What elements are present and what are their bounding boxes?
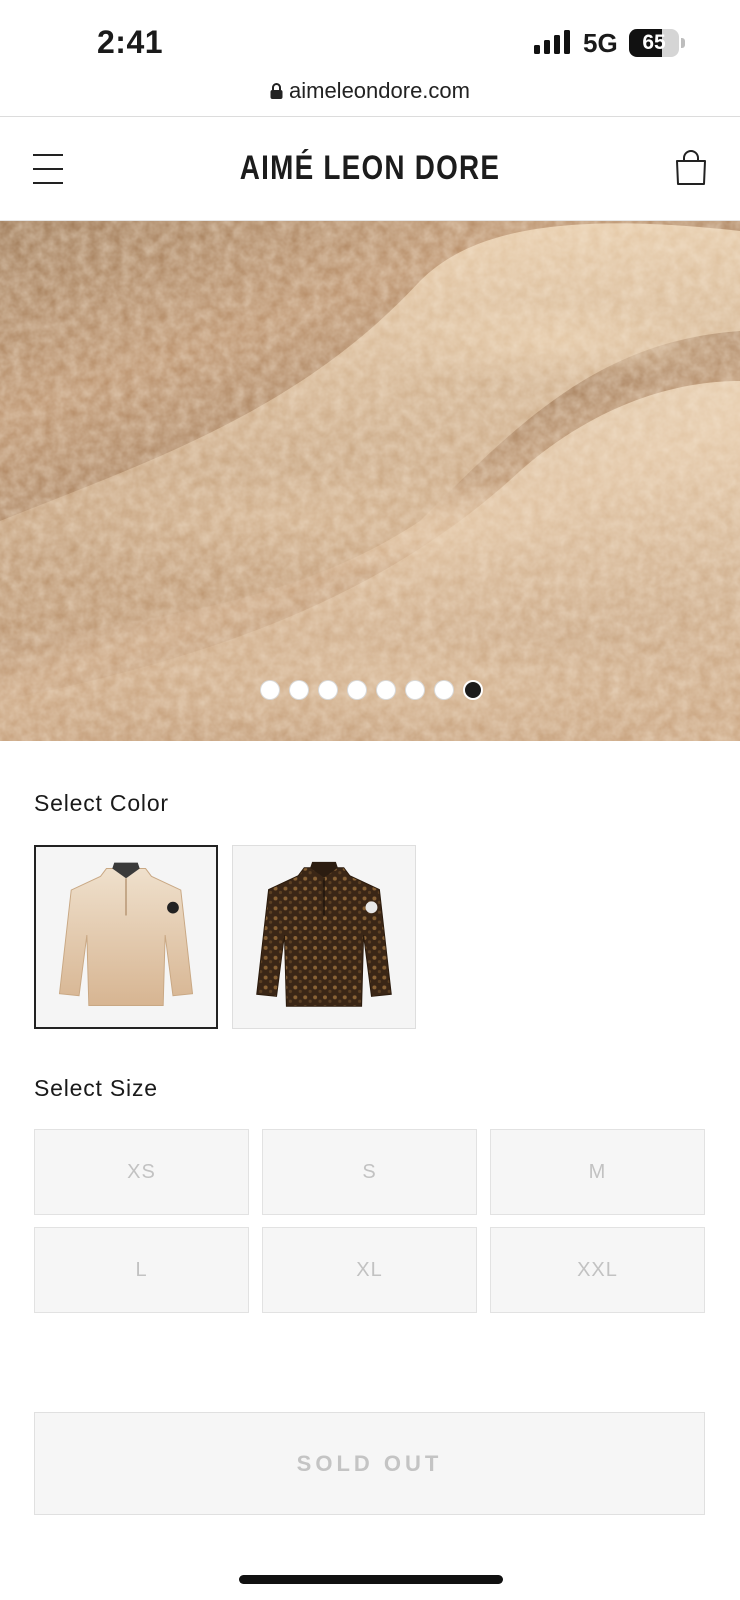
sold-out-button[interactable]: SOLD OUT <box>34 1412 705 1515</box>
gallery-dot[interactable] <box>259 680 280 700</box>
home-indicator <box>239 1575 503 1584</box>
size-option-s[interactable]: S <box>262 1129 477 1215</box>
gallery-dot[interactable] <box>462 680 483 700</box>
size-option-xs[interactable]: XS <box>34 1129 249 1215</box>
fleece-texture-image <box>0 221 740 741</box>
gallery-dot[interactable] <box>404 680 425 700</box>
select-color-label: Select Color <box>34 790 169 816</box>
product-image-gallery[interactable] <box>0 221 740 741</box>
lock-icon <box>270 83 283 99</box>
select-size-label: Select Size <box>34 1075 158 1101</box>
size-option-xl[interactable]: XL <box>262 1227 477 1313</box>
gallery-dot[interactable] <box>375 680 396 700</box>
color-option-beige[interactable] <box>34 845 218 1029</box>
gallery-dot[interactable] <box>317 680 338 700</box>
battery-icon: 65 <box>629 29 679 57</box>
url-bar[interactable]: aimeleondore.com <box>0 78 740 116</box>
color-option-leopard[interactable] <box>232 845 416 1029</box>
beige-jacket-thumbnail <box>58 862 194 1006</box>
battery-nub <box>681 38 685 48</box>
gallery-pagination <box>0 680 740 700</box>
brand-logo[interactable]: AIMÉ LEON DORE <box>67 149 674 188</box>
battery-level: 65 <box>642 31 666 54</box>
status-bar: 2:41 5G 65 <box>0 0 740 80</box>
size-option-m[interactable]: M <box>490 1129 705 1215</box>
gallery-dot[interactable] <box>288 680 309 700</box>
signal-icon <box>534 30 570 54</box>
url-text: aimeleondore.com <box>289 78 470 103</box>
shopping-bag-icon[interactable] <box>675 150 707 186</box>
status-time: 2:41 <box>97 24 164 60</box>
gallery-dot[interactable] <box>346 680 367 700</box>
leopard-jacket-thumbnail <box>256 861 392 1007</box>
network-type: 5G <box>583 28 618 58</box>
gallery-dot[interactable] <box>433 680 454 700</box>
size-option-l[interactable]: L <box>34 1227 249 1313</box>
menu-icon[interactable] <box>33 154 63 186</box>
size-option-xxl[interactable]: XXL <box>490 1227 705 1313</box>
site-header: AIMÉ LEON DORE <box>0 117 740 221</box>
